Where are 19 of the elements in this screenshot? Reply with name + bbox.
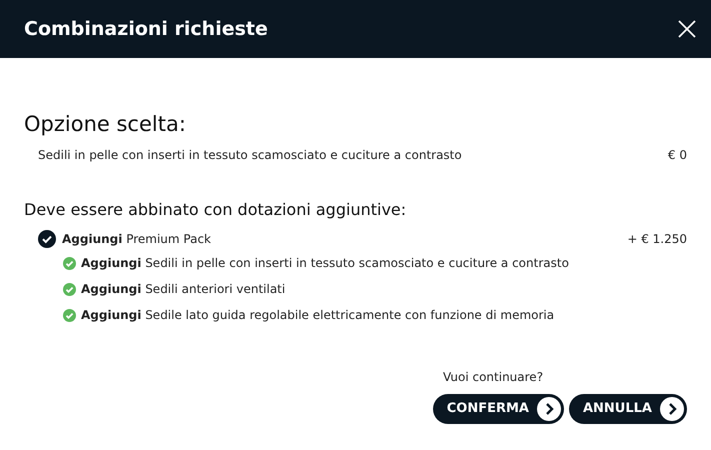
chevron-icon — [660, 397, 684, 421]
dialog-button[interactable]: CONFERMA — [432, 394, 564, 424]
item-text: Aggiungi Premium Pack — [62, 231, 211, 248]
check-icon — [63, 282, 76, 296]
section-heading: Deve essere abbinato con dotazioni aggiuntive: — [24, 199, 408, 221]
option-name: Sedili in pelle con inserti in tessuto scamosciato e cuciture a contrasto — [38, 147, 462, 164]
dialog-button[interactable]: ANNULLA — [568, 394, 687, 424]
item-text: Aggiungi Sedili anteriori ventilati — [81, 281, 286, 298]
check-icon — [63, 308, 76, 322]
check-icon — [38, 230, 56, 248]
section-heading: Opzione scelta: — [24, 111, 187, 138]
item-price: + € 1.250 — [627, 231, 687, 248]
prompt-text: Vuoi continuare? — [443, 370, 544, 384]
chevron-icon — [536, 397, 561, 421]
check-icon — [63, 256, 76, 270]
option-price: € 0 — [668, 147, 687, 164]
item-text: Aggiungi Sedili in pelle con inserti in tessuto scamosciato e cuciture a contrasto — [81, 255, 569, 272]
item-text: Aggiungi Sedile lato guida regolabile elettricamente con funzione di memoria — [81, 307, 554, 324]
dialog-title: Combinazioni richieste — [24, 16, 268, 42]
